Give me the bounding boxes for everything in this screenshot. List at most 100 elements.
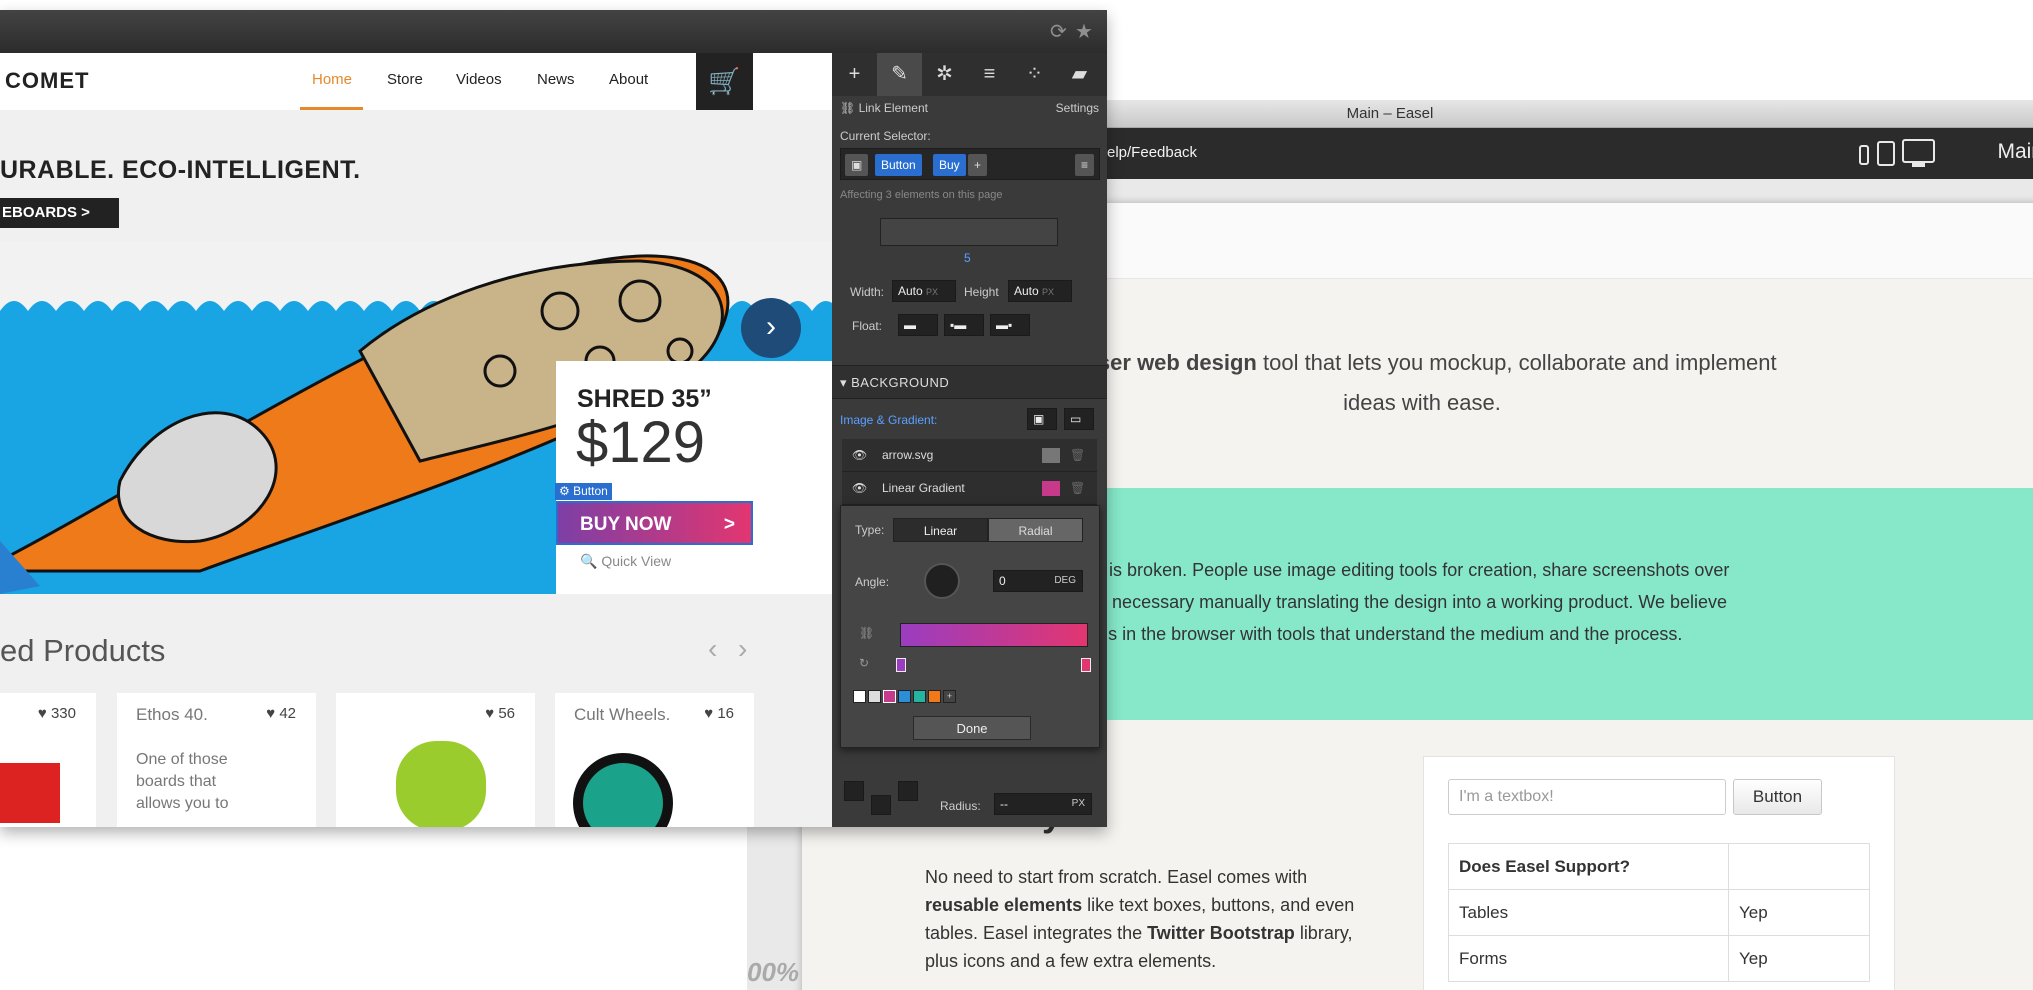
angle-input[interactable]: 0 DEG — [993, 570, 1083, 592]
swatch-blue[interactable] — [898, 690, 911, 703]
product-card[interactable]: Cult Wheels. ♥ 16 — [555, 693, 754, 827]
panel-tabs: + ✎ ✲ ≡ ⁘ ▰ — [832, 53, 1107, 96]
nav-home[interactable]: Home — [312, 71, 352, 88]
selector-chip-button[interactable]: Button — [875, 154, 922, 176]
hero-headline: URABLE. ECO-INTELLIGENT. — [0, 156, 361, 184]
trash-icon[interactable]: 🗑 — [1070, 472, 1085, 505]
unit-px: PX — [1042, 287, 1055, 297]
eye-icon[interactable]: 👁 — [852, 472, 867, 505]
site-preview: COMET Home Store Videos News About 🛒 URA… — [0, 53, 832, 827]
buy-now-button[interactable]: BUY NOW > — [556, 501, 753, 545]
done-button[interactable]: Done — [913, 716, 1031, 740]
reload-icon[interactable]: ⟳ — [1050, 19, 1067, 44]
desc-text: like text boxes, buttons, and even — [1082, 895, 1355, 915]
carousel-next-button[interactable]: › — [741, 298, 801, 358]
quick-view-link[interactable]: 🔍 Quick View — [580, 553, 671, 570]
type-linear-button[interactable]: Linear — [893, 518, 988, 542]
eye-icon[interactable]: 👁 — [852, 439, 867, 472]
table-row: Forms Yep — [1448, 935, 1870, 982]
link-element-label: ⛓ Link Element — [840, 101, 928, 115]
quick-view-label: Quick View — [601, 553, 672, 569]
desc-line: tables. Easel integrates the Twitter Boo… — [925, 919, 1415, 947]
element-type-icon: ▣ — [845, 154, 869, 176]
nav-store[interactable]: Store — [387, 71, 423, 88]
desktop-device-icon[interactable] — [1902, 139, 1935, 163]
corner-top-right-button[interactable] — [898, 781, 918, 801]
radius-input[interactable]: -- PX — [994, 793, 1092, 815]
brush-icon[interactable]: ✎ — [877, 53, 922, 96]
demo-textbox[interactable]: I'm a textbox! — [1448, 779, 1726, 815]
window-title: Main – Easel — [1346, 105, 1434, 122]
next-arrow-icon[interactable]: › — [738, 633, 747, 665]
intro-rest: tool that lets you mockup, collaborate a… — [1256, 350, 1777, 375]
tablet-device-icon[interactable] — [1877, 141, 1895, 166]
prev-arrow-icon[interactable]: ‹ — [708, 633, 717, 665]
selector-menu-icon[interactable]: ≡ — [1075, 154, 1095, 176]
product-card[interactable]: ♥ 330 — [0, 693, 96, 827]
gradient-stop-start[interactable] — [896, 658, 906, 672]
width-input[interactable]: Auto PX — [892, 280, 956, 302]
corner-all-button[interactable] — [871, 795, 891, 815]
symbols-icon[interactable]: ⁘ — [1012, 53, 1057, 96]
float-left-button[interactable]: ▪▬ — [944, 314, 984, 336]
problem-line: tion design is in the browser with tools… — [1012, 624, 1683, 644]
selector-field[interactable]: ▣ Button Buy + ≡ — [840, 148, 1100, 180]
problem-line: re time than necessary manually translat… — [1012, 592, 1728, 612]
gradient-preview-bar[interactable] — [900, 623, 1088, 647]
selector-chip-buy[interactable]: Buy — [933, 154, 966, 176]
promo-price: $129 — [576, 410, 706, 475]
add-gradient-button[interactable]: ▭ — [1064, 408, 1094, 430]
cart-icon[interactable]: 🛒 — [696, 53, 753, 110]
problem-line: ign process is broken. People use image … — [1012, 560, 1730, 580]
product-image — [396, 741, 486, 827]
assets-icon[interactable]: ▰ — [1057, 53, 1102, 96]
add-class-button[interactable]: + — [968, 154, 988, 176]
navigator-icon[interactable]: ≡ — [967, 53, 1012, 96]
product-card[interactable]: ♥ 56 — [336, 693, 535, 827]
add-swatch-button[interactable]: + — [943, 690, 956, 703]
spacing-value[interactable]: 5 — [964, 251, 971, 265]
swatch-none[interactable] — [853, 690, 866, 703]
style-panel: + ✎ ✲ ≡ ⁘ ▰ ⛓ Link Element Settings Curr… — [832, 53, 1107, 827]
support-table: Does Easel Support? Tables Yep Forms Yep — [1448, 843, 1870, 982]
add-icon[interactable]: + — [832, 53, 877, 96]
add-image-button[interactable]: ▣ — [1027, 408, 1057, 430]
background-layer-row[interactable]: 👁 Linear Gradient 🗑 — [842, 472, 1097, 505]
settings-link[interactable]: Settings — [1056, 101, 1099, 115]
demo-button[interactable]: Button — [1733, 779, 1822, 815]
swatch-teal[interactable] — [913, 690, 926, 703]
height-label: Height — [964, 285, 999, 299]
desc-bold: Twitter Bootstrap — [1147, 923, 1295, 943]
corner-top-left-button[interactable] — [844, 781, 864, 801]
float-none-button[interactable]: ▬ — [898, 314, 938, 336]
background-layer-row[interactable]: 👁 arrow.svg 🗑 — [842, 439, 1097, 472]
swatch-white[interactable] — [868, 690, 881, 703]
boards-button[interactable]: EBOARDS > — [0, 198, 119, 228]
layer-thumbnail — [1042, 448, 1060, 463]
nav-about[interactable]: About — [609, 71, 648, 88]
reverse-icon[interactable]: ↻ — [859, 656, 869, 670]
swatch-magenta[interactable] — [883, 690, 896, 703]
background-section-header[interactable]: ▾ BACKGROUND — [832, 365, 1107, 399]
star-icon[interactable]: ★ — [1075, 19, 1093, 44]
trash-icon[interactable]: 🗑 — [1070, 439, 1085, 472]
gradient-stop-end[interactable] — [1081, 658, 1091, 672]
type-radial-button[interactable]: Radial — [988, 518, 1083, 542]
swatch-orange[interactable] — [928, 690, 941, 703]
help-feedback-link[interactable]: elp/Feedback — [1107, 144, 1197, 161]
page-selector[interactable]: Main — [1997, 140, 2033, 164]
nav-news[interactable]: News — [537, 71, 575, 88]
product-card[interactable]: Ethos 40. ♥ 42 One of those boards that … — [117, 693, 316, 827]
nav-videos[interactable]: Videos — [456, 71, 502, 88]
height-input[interactable]: Auto PX — [1008, 280, 1072, 302]
spacing-box[interactable] — [880, 218, 1058, 246]
float-right-button[interactable]: ▬▪ — [990, 314, 1030, 336]
angle-label: Angle: — [855, 575, 890, 589]
gear-icon[interactable]: ✲ — [922, 53, 967, 96]
link-icon[interactable]: ⛓ — [859, 626, 874, 640]
selected-element-badge[interactable]: ⚙ Button — [555, 483, 612, 500]
likes-value: 42 — [279, 705, 296, 722]
brand-logo[interactable]: COMET — [5, 68, 89, 94]
mobile-device-icon[interactable] — [1859, 145, 1869, 165]
angle-knob[interactable] — [924, 563, 960, 599]
